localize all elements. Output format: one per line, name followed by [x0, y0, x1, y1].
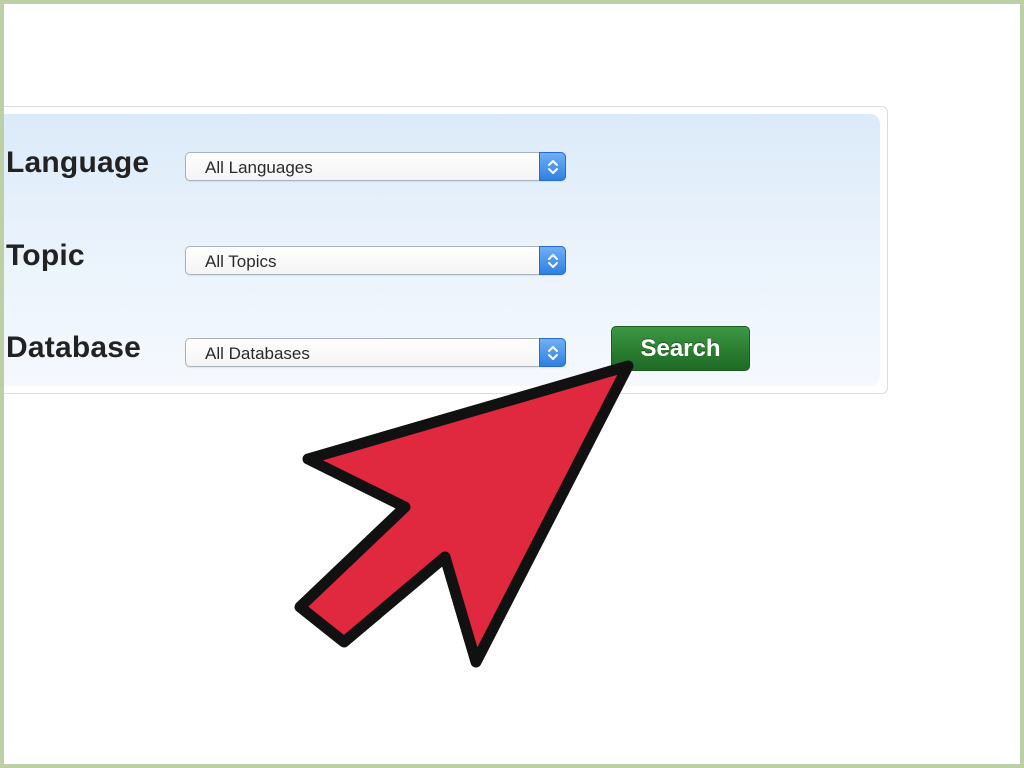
illustration-frame: Language All Languages Topic All Topics …	[0, 0, 1024, 768]
red-arrow-pointer-icon	[294, 360, 634, 668]
